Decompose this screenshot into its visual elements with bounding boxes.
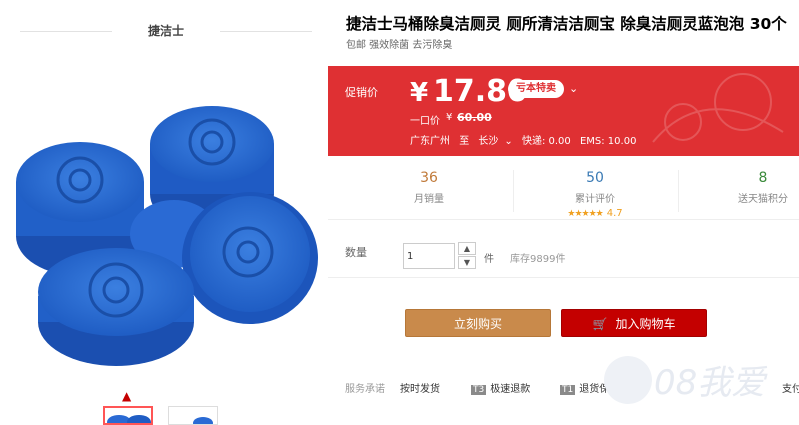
stats-row: 36 月销量 50 累计评价 ★★★★★ 4.7 8 送天猫积分 (328, 164, 799, 220)
service-item[interactable]: 按时发货 (400, 380, 440, 395)
stock-count: 库存9899件 (510, 254, 566, 265)
original-price: 60.00 (457, 111, 492, 124)
service-item[interactable]: T3 极速退款 (471, 380, 530, 395)
main-product-image[interactable] (4, 86, 328, 374)
quantity-input[interactable] (403, 243, 455, 269)
thumbnail-1[interactable] (103, 406, 153, 425)
stat-value: 50 (586, 170, 604, 186)
original-price-label: 一口价 (410, 116, 440, 127)
ship-destination[interactable]: 长沙 (478, 136, 498, 147)
watermark-text: 08我爱 (654, 363, 768, 403)
service-text: 按时发货 (400, 384, 440, 395)
product-title: 捷洁士马桶除臭洁厕灵 厕所清洁洁厕宝 除臭洁厕灵蓝泡泡 30个 (346, 15, 787, 33)
chevron-down-icon[interactable]: ⌄ (569, 82, 578, 95)
buy-now-button[interactable]: 立刻购买 (405, 309, 551, 337)
original-currency: ¥ (446, 112, 453, 123)
add-cart-label: 加入购物车 (615, 317, 676, 331)
quantity-increase-button[interactable]: ▲ (458, 242, 476, 255)
divider (220, 31, 312, 32)
service-text: 极速退款 (490, 384, 531, 395)
rating: ★★★★★ 4.7 (520, 205, 670, 219)
price-panel: 促销价 ¥ 17.80 亏本特卖 ⌄ 一口价 ¥ 60.00 广东广州 至 长沙… (328, 66, 799, 156)
stat-label: 累计评价 (575, 194, 615, 205)
decoration-pattern (652, 73, 784, 143)
product-gallery: 捷洁士 ▲ (0, 0, 328, 425)
cart-icon: 🛒 (592, 317, 608, 331)
stat-label: 月销量 (414, 194, 444, 205)
brand-header: 捷洁士 (20, 22, 320, 40)
stat-value: 36 (420, 170, 438, 186)
quantity-decrease-button[interactable]: ▼ (458, 256, 476, 269)
promo-price-label: 促销价 (345, 86, 378, 99)
ems-fee: EMS: 10.00 (579, 136, 637, 147)
chevron-down-icon[interactable]: ⌄ (504, 136, 512, 147)
sale-badge: 亏本特卖 (508, 80, 564, 98)
star-rating-icon: ★★★★★ (567, 209, 603, 219)
stat-label: 送天猫积分 (738, 194, 788, 205)
ship-to: 至 (459, 136, 470, 147)
product-subtitle: 包邮 强效除菌 去污除臭 (346, 40, 453, 51)
service-tag: T1 (560, 385, 576, 395)
currency-symbol: ¥ (410, 78, 429, 108)
divider (513, 170, 514, 212)
service-label: 服务承诺 (345, 384, 385, 395)
add-to-cart-button[interactable]: 🛒 加入购物车 (561, 309, 707, 337)
quantity-label: 数量 (345, 246, 367, 259)
thumbnail-2[interactable] (168, 406, 218, 425)
quantity-row: 数量 ▲ ▼ 件 库存9899件 (328, 238, 799, 278)
express-fee: 快递: 0.00 (521, 136, 571, 147)
total-reviews[interactable]: 50 累计评价 ★★★★★ 4.7 (520, 170, 670, 219)
watermark-logo: 08我爱 (604, 356, 768, 404)
ship-origin: 广东广州 (410, 136, 450, 147)
divider (678, 170, 679, 212)
service-tag: T3 (471, 385, 487, 395)
shipping-info: 广东广州 至 长沙 ⌄ 快递: 0.00 EMS: 10.00 (410, 132, 642, 147)
stat-value: 8 (758, 170, 768, 186)
tmall-points: 8 送天猫积分 (688, 170, 799, 205)
rating-value: 4.7 (606, 208, 623, 219)
chevron-up-icon[interactable]: ▲ (122, 389, 131, 403)
monthly-sales: 36 月销量 (354, 170, 504, 205)
quantity-unit: 件 (484, 254, 494, 265)
